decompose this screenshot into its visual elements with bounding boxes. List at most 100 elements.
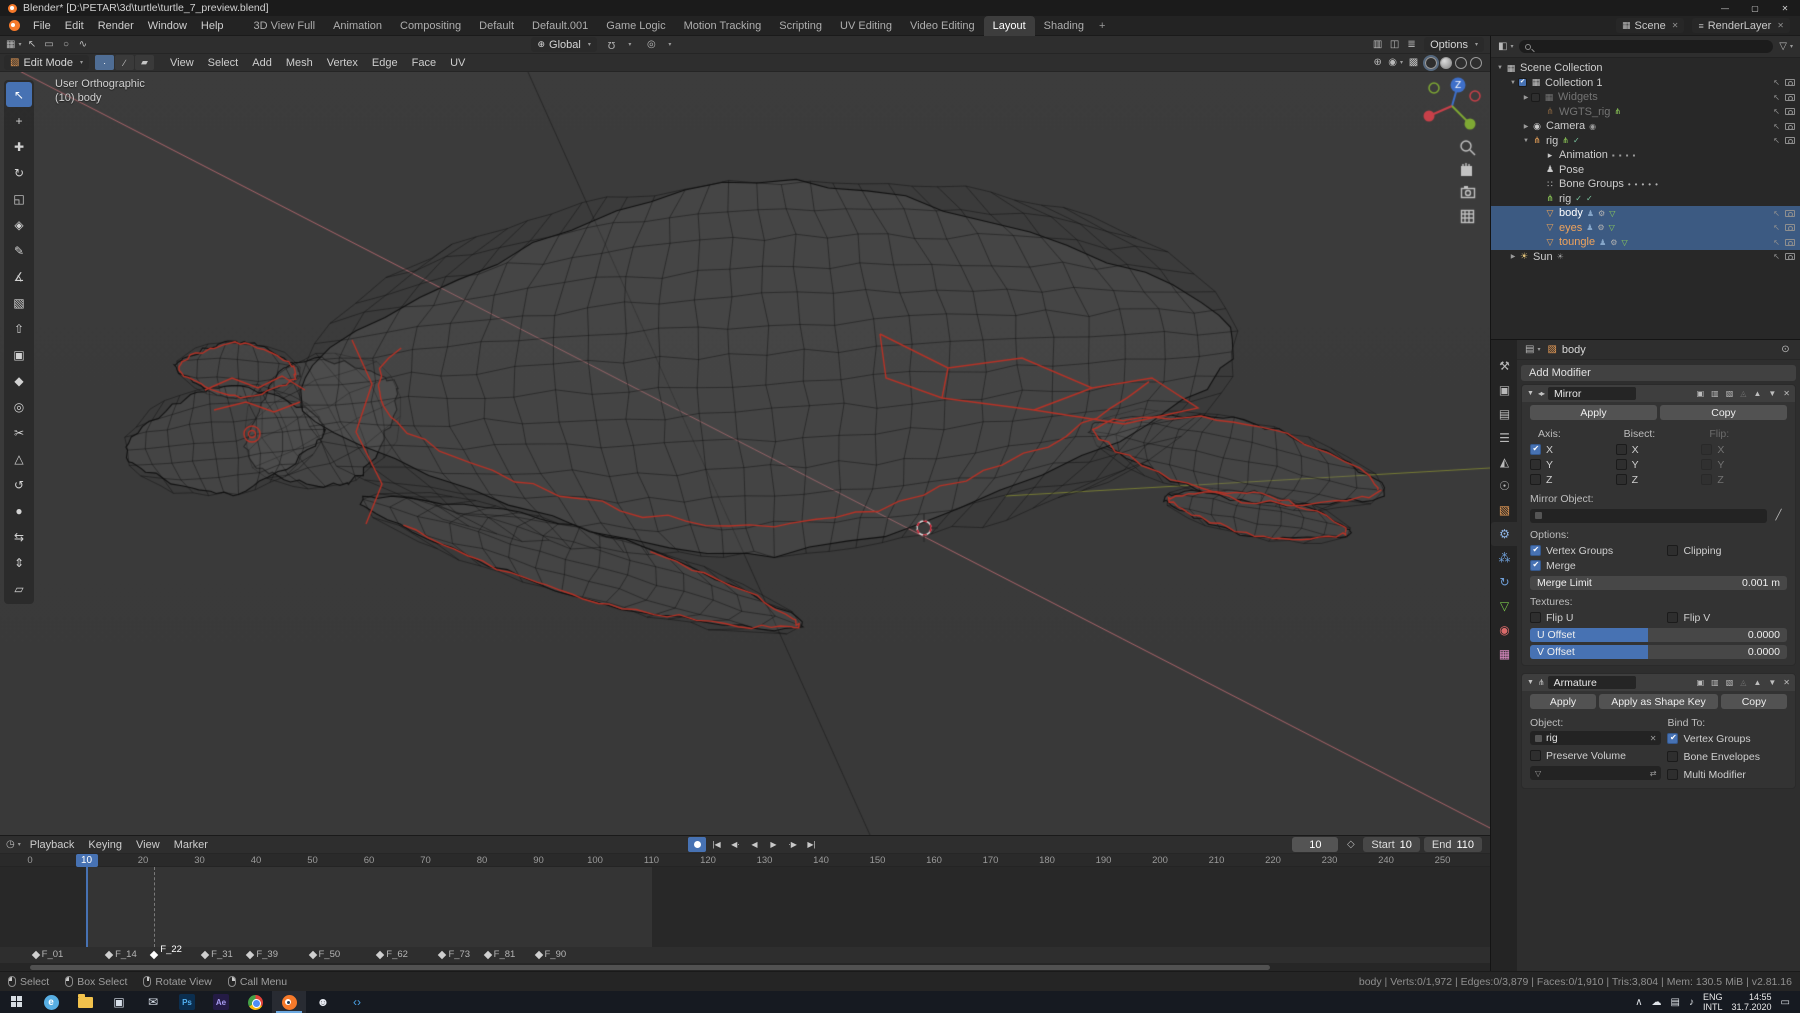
outliner-item-sun[interactable]: ▶☀Sun☀↖ xyxy=(1491,250,1800,265)
tweak-tool-icon[interactable]: ↖ xyxy=(23,37,40,52)
scene-selector[interactable]: ▦ Scene ✕ xyxy=(1616,18,1684,33)
transform-tool[interactable]: ◈ xyxy=(6,212,32,237)
expander-icon[interactable]: ▶ xyxy=(1508,253,1518,260)
expander-icon[interactable]: ▼ xyxy=(1521,138,1531,144)
modifier-properties-tab[interactable]: ⚙ xyxy=(1491,522,1518,546)
close-button[interactable]: ✕ xyxy=(1770,0,1800,16)
merge-checkbox[interactable] xyxy=(1530,560,1541,571)
mirror-object-field[interactable] xyxy=(1530,509,1767,523)
delete-modifier-icon[interactable]: ✕ xyxy=(1783,389,1790,398)
viewport-canvas[interactable] xyxy=(0,72,1490,835)
store-taskbar-icon[interactable]: ▣ xyxy=(102,991,136,1013)
menu-help[interactable]: Help xyxy=(194,16,231,36)
scrollbar-handle[interactable] xyxy=(30,965,1270,970)
annotate-tool[interactable]: ✎ xyxy=(6,238,32,263)
marker-diamond-f-73[interactable] xyxy=(438,951,446,959)
outliner-item-collection-1[interactable]: ▼▦Collection 1↖ xyxy=(1491,76,1800,91)
render-visibility-icon[interactable] xyxy=(1785,94,1795,101)
expander-icon[interactable]: ▼ xyxy=(1495,65,1505,71)
display-cage-toggle[interactable]: ◬ xyxy=(1740,389,1746,398)
timeline-menu-view[interactable]: View xyxy=(129,835,167,855)
start-frame-field[interactable]: Start10 xyxy=(1363,837,1419,852)
shading-solid-button[interactable] xyxy=(1440,57,1452,69)
cursor-tool[interactable]: + xyxy=(6,108,32,133)
proportional-edit-icon[interactable]: ◎ xyxy=(643,37,660,52)
clear-object-icon[interactable]: ✕ xyxy=(1650,734,1657,743)
scene-unlink-icon[interactable]: ✕ xyxy=(1672,21,1679,30)
display-render-toggle[interactable]: ▣ xyxy=(1697,678,1705,687)
pin-icon[interactable]: ⊙ xyxy=(1777,342,1794,357)
apply-button[interactable]: Apply xyxy=(1530,694,1596,709)
render-visibility-icon[interactable] xyxy=(1785,79,1795,86)
edge-select-button[interactable]: ∕ xyxy=(115,55,134,70)
marker-diamond-f-22[interactable] xyxy=(150,951,158,959)
outliner-item-bone-groups[interactable]: ∷Bone Groups••••• xyxy=(1491,177,1800,192)
toggle-xray-icon[interactable]: ▩ xyxy=(1405,55,1422,70)
expander-icon[interactable]: ▼ xyxy=(1508,80,1518,86)
selectable-icon[interactable]: ↖ xyxy=(1773,238,1780,247)
timeline-editor-type-icon[interactable]: ◷▾ xyxy=(4,837,23,852)
preserve-volume-checkbox[interactable] xyxy=(1530,750,1541,761)
view-layer-selector[interactable]: ≡ RenderLayer ✕ xyxy=(1692,18,1790,33)
show-gizmo-icon[interactable]: ⊕ xyxy=(1369,55,1386,70)
shading-wireframe-button[interactable] xyxy=(1425,57,1437,69)
notification-icon[interactable]: ▭ xyxy=(1781,997,1790,1008)
flip-y-checkbox[interactable] xyxy=(1701,459,1712,470)
viewport-menu-uv[interactable]: UV xyxy=(443,53,472,73)
bisect-x-checkbox[interactable] xyxy=(1616,444,1627,455)
render-visibility-icon[interactable] xyxy=(1785,210,1795,217)
expander-icon[interactable]: ▶ xyxy=(1521,94,1531,101)
play-reverse-button[interactable]: ◀ xyxy=(746,837,763,852)
menu-window[interactable]: Window xyxy=(141,16,194,36)
shear-tool[interactable]: ▱ xyxy=(6,576,32,601)
marker-diamond-f-14[interactable] xyxy=(105,951,113,959)
render-properties-tab[interactable]: ▣ xyxy=(1491,378,1518,402)
render-visibility-icon[interactable] xyxy=(1785,137,1795,144)
marker-diamond-f-31[interactable] xyxy=(201,951,209,959)
selectable-icon[interactable]: ↖ xyxy=(1773,223,1780,232)
clipping-checkbox[interactable] xyxy=(1667,545,1678,556)
next-keyframe-button[interactable]: ·▶ xyxy=(784,837,801,852)
viewport-menu-vertex[interactable]: Vertex xyxy=(320,53,365,73)
v-offset-slider[interactable]: V Offset 0.0000 xyxy=(1530,645,1787,659)
selectable-icon[interactable]: ↖ xyxy=(1773,107,1780,116)
copy-button[interactable]: Copy xyxy=(1660,405,1787,420)
workspace-tab-uv-editing[interactable]: UV Editing xyxy=(831,16,901,36)
bone-envelopes-checkbox[interactable] xyxy=(1667,751,1678,762)
volume-icon[interactable]: ♪ xyxy=(1689,997,1694,1008)
workspace-tab-compositing[interactable]: Compositing xyxy=(391,16,470,36)
overlays-toggle-icon[interactable]: ◫ xyxy=(1386,37,1403,52)
display-viewport-toggle[interactable]: ▥ xyxy=(1711,389,1719,398)
expand-icon[interactable]: ▼ xyxy=(1527,679,1534,686)
texture-properties-tab[interactable]: ▦ xyxy=(1491,642,1518,666)
eyedropper-icon[interactable]: ╱ xyxy=(1770,508,1787,523)
bisect-y-checkbox[interactable] xyxy=(1616,459,1627,470)
outliner-item-widgets[interactable]: ▶▦Widgets↖ xyxy=(1491,90,1800,105)
axis-z-checkbox[interactable] xyxy=(1530,474,1541,485)
modifier-name-field[interactable]: Armature xyxy=(1548,676,1636,689)
outliner-search-input[interactable] xyxy=(1519,40,1773,53)
workspace-tab-video-editing[interactable]: Video Editing xyxy=(901,16,984,36)
display-editmode-toggle[interactable]: ▧ xyxy=(1726,389,1734,398)
mail-taskbar-icon[interactable]: ✉ xyxy=(136,991,170,1013)
add-modifier-button[interactable]: Add Modifier xyxy=(1521,365,1796,381)
outliner-item-rig[interactable]: ⋔rig✓✓ xyxy=(1491,192,1800,207)
move-tool[interactable]: ✚ xyxy=(6,134,32,159)
poly-build-tool[interactable]: △ xyxy=(6,446,32,471)
cloud-icon[interactable]: ☁ xyxy=(1652,997,1662,1008)
select-circle-icon[interactable]: ○ xyxy=(57,37,74,52)
timeline-markers-row[interactable]: F_01F_14F_22F_31F_39F_50F_62F_73F_81F_90 xyxy=(0,947,1490,963)
rotate-tool[interactable]: ↻ xyxy=(6,160,32,185)
outliner-item-body[interactable]: ▽body♟⚙▽↖ xyxy=(1491,206,1800,221)
merge-limit-slider[interactable]: Merge Limit 0.001 m xyxy=(1530,576,1787,590)
add-workspace-button[interactable]: + xyxy=(1093,16,1111,36)
move-up-icon[interactable]: ▲ xyxy=(1753,389,1761,398)
measure-tool[interactable]: ∡ xyxy=(6,264,32,289)
active-tool-properties-tab[interactable]: ⚒ xyxy=(1491,354,1518,378)
shrink-fatten-tool[interactable]: ⇕ xyxy=(6,550,32,575)
outliner-item-rig[interactable]: ▼⋔rig⋔✓↖ xyxy=(1491,134,1800,149)
current-frame-field[interactable]: 10 xyxy=(1292,837,1338,852)
marker-diamond-f-81[interactable] xyxy=(483,951,491,959)
discord-taskbar-icon[interactable]: ☻ xyxy=(306,991,340,1013)
maximize-button[interactable]: ▢ xyxy=(1740,0,1770,16)
